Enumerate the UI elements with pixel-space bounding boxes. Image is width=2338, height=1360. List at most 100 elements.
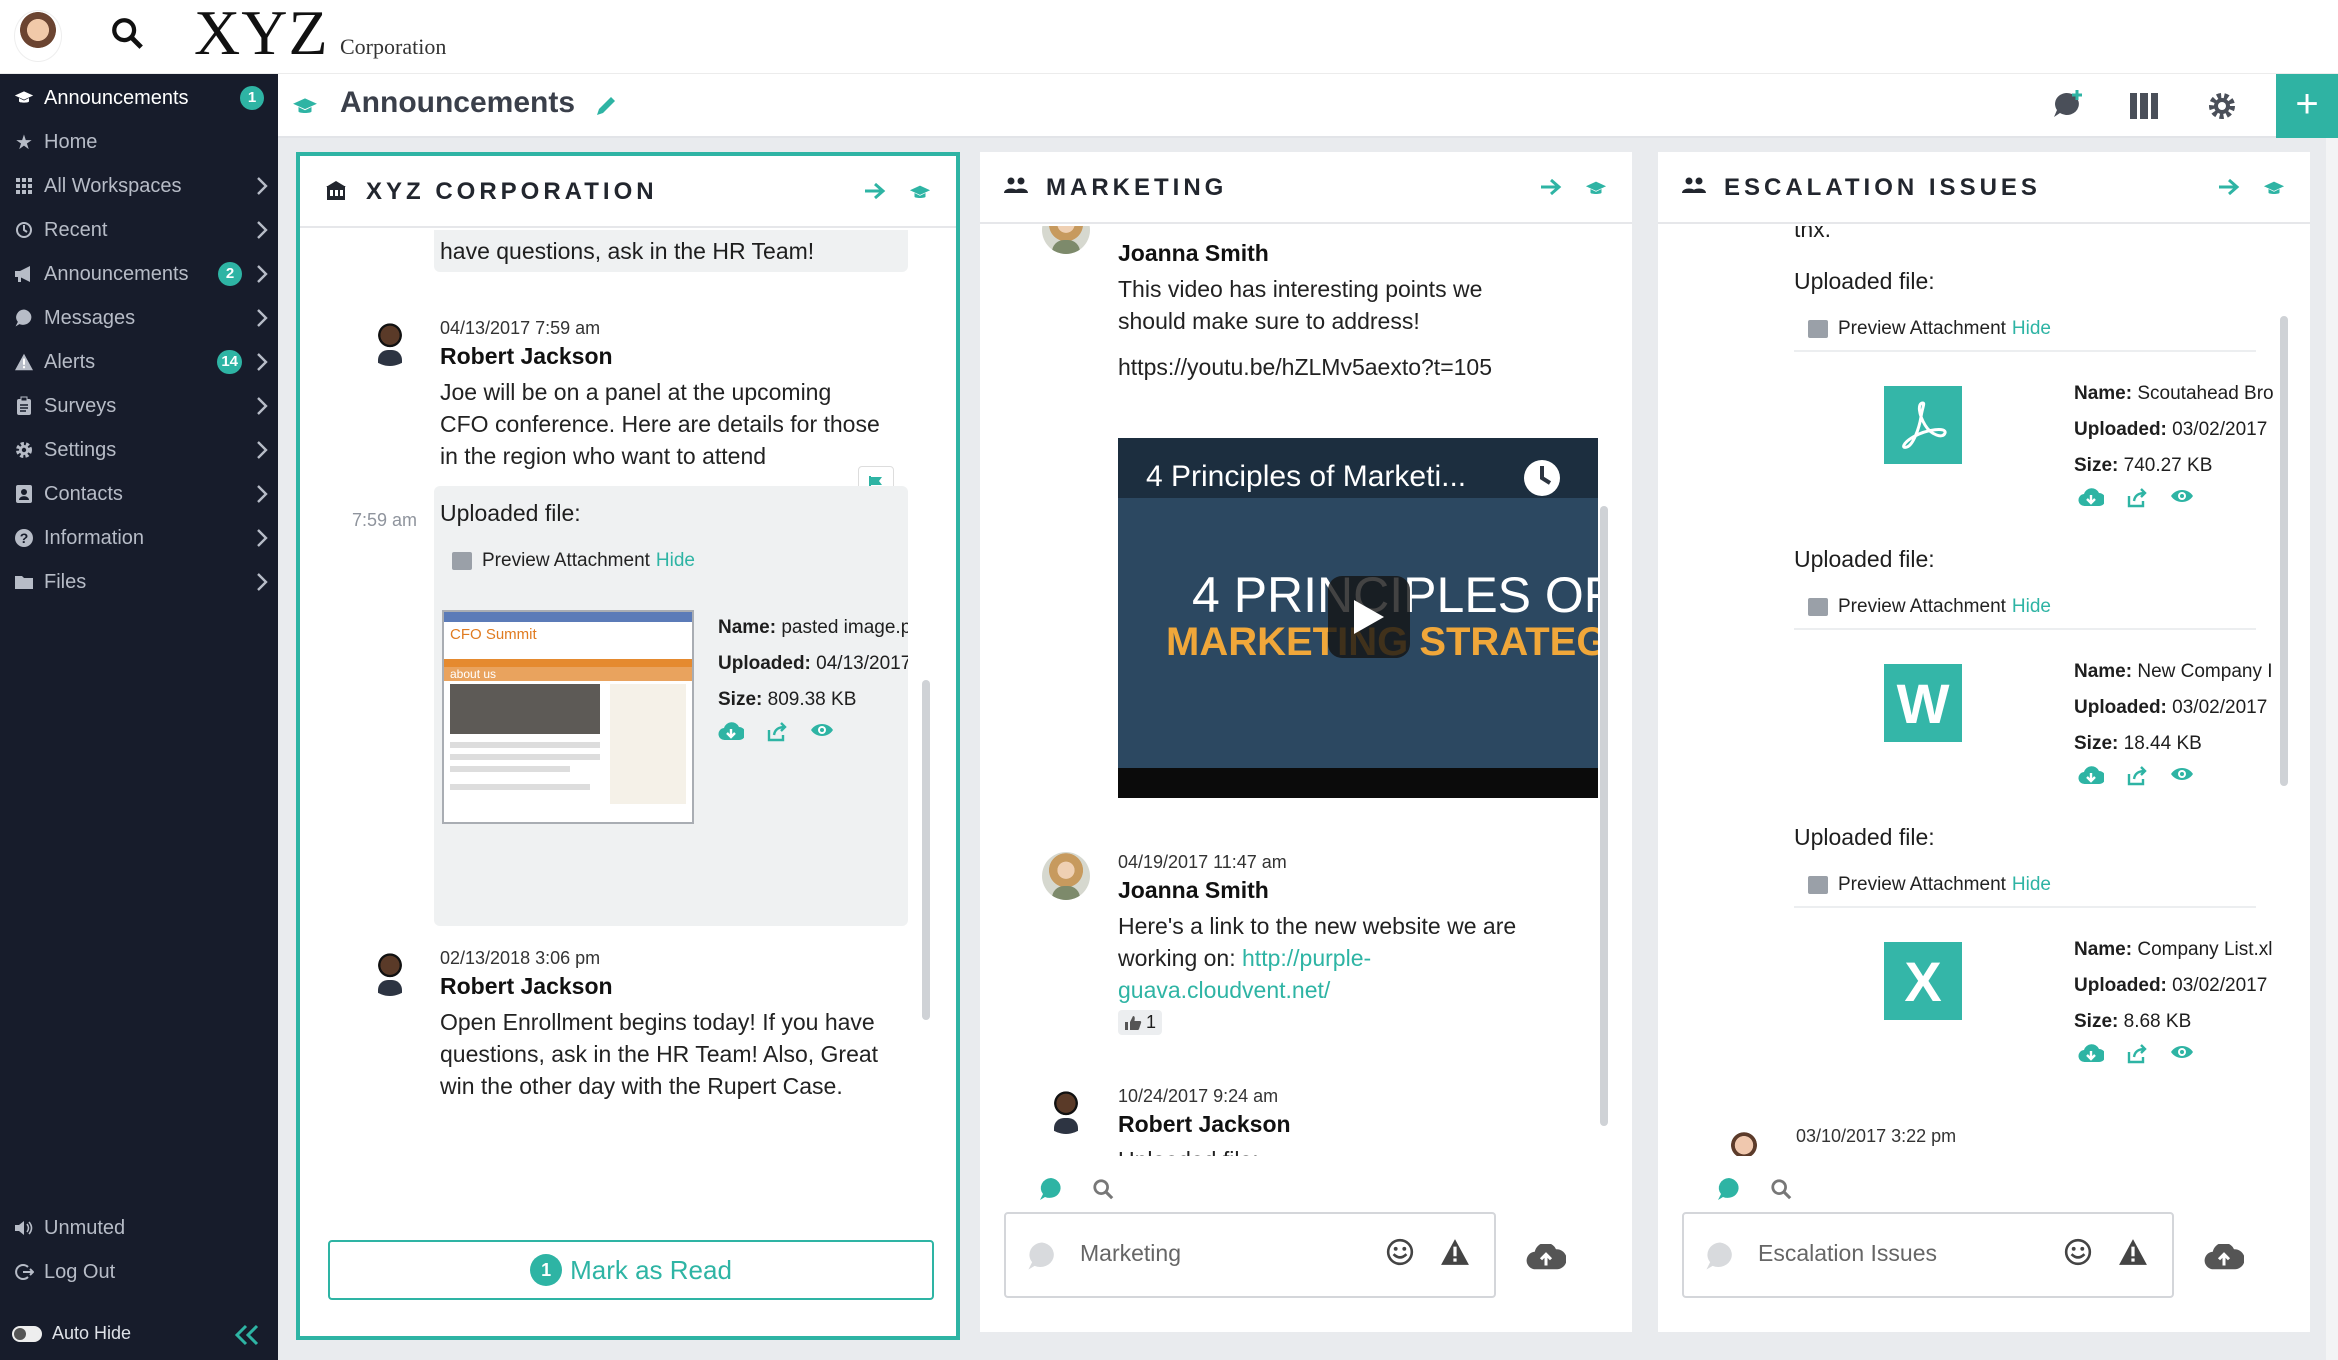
mark-as-read-button[interactable]: 1 Mark as Read	[328, 1240, 934, 1300]
warning-icon	[12, 353, 36, 371]
message-link[interactable]: https://youtu.be/hZLMv5aexto?t=105	[1118, 351, 1538, 383]
eye-icon[interactable]	[2170, 766, 2194, 782]
alert-icon[interactable]	[1440, 1238, 1470, 1266]
logout-label: Log Out	[44, 1260, 116, 1283]
arrow-right-icon[interactable]	[2218, 178, 2240, 196]
search-icon[interactable]	[1092, 1178, 1114, 1200]
excel-file-icon[interactable]: X	[1884, 942, 1962, 1020]
collapse-sidebar-icon[interactable]	[234, 1324, 260, 1346]
avatar[interactable]	[1042, 852, 1090, 900]
column-escalation-issues: ESCALATION ISSUES thx. Uploaded file: Pr…	[1658, 152, 2310, 1332]
arrow-right-icon[interactable]	[1540, 178, 1562, 196]
emoji-icon[interactable]	[1386, 1238, 1414, 1266]
scrollbar[interactable]	[2280, 316, 2288, 786]
toggle-switch[interactable]	[12, 1325, 42, 1342]
emoji-icon[interactable]	[2064, 1238, 2092, 1266]
graduation-cap-icon[interactable]	[2262, 178, 2286, 200]
edit-icon[interactable]	[594, 94, 618, 118]
composer-placeholder: Escalation Issues	[1758, 1240, 1937, 1266]
content-header: Announcements +	[278, 74, 2338, 138]
message-composer[interactable]: Marketing	[1004, 1212, 1496, 1298]
sidebar-item-announcements-active[interactable]: Announcements 1	[0, 76, 278, 120]
settings-button[interactable]	[2200, 86, 2244, 126]
attachment-thumbnail[interactable]: CFO Summit about us	[442, 610, 694, 824]
graduation-cap-icon[interactable]	[908, 182, 932, 204]
sidebar-item-alerts[interactable]: Alerts 14	[0, 340, 278, 384]
auto-hide-toggle[interactable]: Auto Hide	[12, 1323, 131, 1344]
avatar[interactable]	[1720, 1126, 1768, 1156]
message-body: thx.	[1794, 226, 1832, 242]
history-icon	[12, 221, 36, 239]
scrollbar[interactable]	[1600, 506, 1608, 1126]
preview-attachment-label: Preview Attachment	[1838, 596, 2006, 617]
avatar[interactable]	[1042, 226, 1090, 254]
hide-link[interactable]: Hide	[2012, 874, 2051, 896]
pdf-file-icon[interactable]	[1884, 386, 1962, 464]
message: 04/19/2017 11:47 am Joanna Smith Here's …	[1118, 852, 1568, 1036]
logout-button[interactable]: Log Out	[0, 1250, 278, 1294]
download-icon[interactable]	[2078, 1044, 2104, 1064]
avatar[interactable]	[366, 948, 414, 996]
message-composer[interactable]: Escalation Issues	[1682, 1212, 2174, 1298]
sidebar-item-information[interactable]: ? Information	[0, 516, 278, 560]
scrollbar[interactable]	[922, 680, 930, 1020]
arrow-right-icon[interactable]	[864, 182, 886, 200]
play-button[interactable]	[1328, 576, 1410, 658]
clock-icon[interactable]	[1522, 458, 1562, 498]
eye-icon[interactable]	[810, 722, 834, 738]
file-uploaded-date: 03/02/2017	[2172, 697, 2268, 718]
columns-view-button[interactable]	[2122, 86, 2166, 126]
avatar[interactable]	[1042, 1086, 1090, 1134]
like-badge[interactable]: 1	[1118, 1010, 1163, 1035]
chevron-right-icon	[256, 352, 268, 372]
size-label: Size:	[2074, 1011, 2119, 1032]
share-icon[interactable]	[2126, 1044, 2148, 1064]
chevron-right-icon	[256, 308, 268, 328]
word-file-icon[interactable]: W	[1884, 664, 1962, 742]
unmuted-button[interactable]: Unmuted	[0, 1206, 278, 1250]
grid-icon	[12, 178, 36, 194]
eye-icon[interactable]	[2170, 488, 2194, 504]
chat-tab-icon[interactable]	[1038, 1176, 1064, 1202]
chevron-right-icon	[256, 396, 268, 416]
share-icon[interactable]	[2126, 488, 2148, 508]
search-icon[interactable]	[110, 16, 144, 50]
chat-tab-icon[interactable]	[1716, 1176, 1742, 1202]
download-icon[interactable]	[2078, 488, 2104, 508]
sidebar-item-all-workspaces[interactable]: All Workspaces	[0, 164, 278, 208]
user-avatar[interactable]	[14, 10, 62, 62]
size-label: Size:	[2074, 455, 2119, 476]
search-icon[interactable]	[1770, 1178, 1792, 1200]
hide-link[interactable]: Hide	[2012, 318, 2051, 340]
video-embed[interactable]: 4 Principles of Marketi... 4 PRINCIPLES …	[1118, 438, 1598, 798]
count-badge: 2	[218, 262, 242, 286]
sidebar-item-files[interactable]: Files	[0, 560, 278, 604]
sidebar-item-messages[interactable]: Messages	[0, 296, 278, 340]
alert-icon[interactable]	[2118, 1238, 2148, 1266]
hide-link[interactable]: Hide	[656, 550, 695, 572]
page-scrollbar-track[interactable]	[2326, 138, 2338, 1360]
sidebar-item-settings[interactable]: Settings	[0, 428, 278, 472]
download-icon[interactable]	[2078, 766, 2104, 786]
share-icon[interactable]	[2126, 766, 2148, 786]
column-header: XYZ CORPORATION	[300, 156, 956, 228]
file-uploaded-date: 03/02/2017	[2172, 975, 2268, 996]
download-icon[interactable]	[718, 722, 744, 742]
sidebar-item-home[interactable]: ★ Home	[0, 120, 278, 164]
sidebar-item-surveys[interactable]: Surveys	[0, 384, 278, 428]
eye-icon[interactable]	[2170, 1044, 2194, 1060]
sidebar-item-contacts[interactable]: Contacts	[0, 472, 278, 516]
sidebar-item-announcements[interactable]: Announcements 2	[0, 252, 278, 296]
avatar[interactable]	[366, 318, 414, 366]
add-button[interactable]: +	[2276, 74, 2338, 138]
hide-link[interactable]: Hide	[2012, 596, 2051, 618]
new-chat-button[interactable]	[2046, 86, 2090, 126]
name-label: Name:	[2074, 661, 2133, 682]
graduation-cap-icon[interactable]	[1584, 178, 1608, 200]
upload-cloud-icon[interactable]	[1526, 1244, 1566, 1272]
file-name: Scoutahead Bro	[2137, 383, 2274, 404]
share-icon[interactable]	[766, 722, 788, 742]
message-feed: have questions, ask in the HR Team! 04/1…	[300, 230, 956, 1160]
sidebar-item-recent[interactable]: Recent	[0, 208, 278, 252]
upload-cloud-icon[interactable]	[2204, 1244, 2244, 1272]
